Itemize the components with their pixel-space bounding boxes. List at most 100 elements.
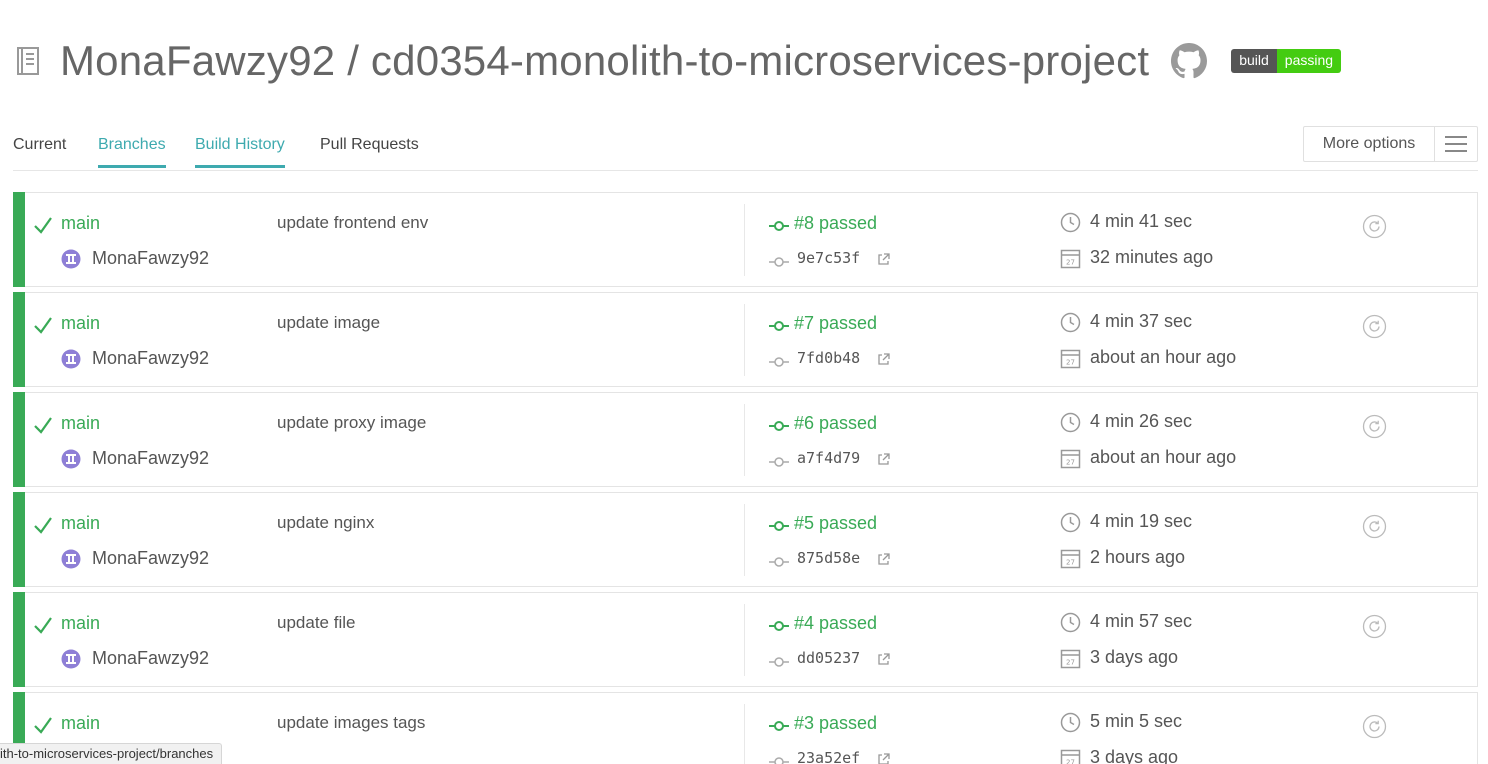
calendar-icon: 27 — [1060, 748, 1081, 764]
restart-build-icon[interactable] — [1362, 614, 1387, 639]
commit-sha-icon — [769, 655, 789, 667]
column-divider — [744, 404, 745, 476]
github-icon[interactable] — [1171, 43, 1208, 79]
commit-icon — [769, 319, 789, 331]
avatar — [61, 549, 81, 569]
build-row[interactable]: main MonaFawzy92 update nginx #5 passed … — [13, 492, 1478, 587]
build-number-status[interactable]: #4 passed — [794, 613, 877, 634]
check-icon — [33, 315, 53, 335]
avatar — [61, 649, 81, 669]
build-status-stripe — [13, 392, 25, 487]
build-status-badge[interactable]: build passing — [1231, 49, 1342, 73]
build-duration: 4 min 37 sec — [1090, 311, 1193, 331]
tab-build-history[interactable]: Build History — [195, 136, 285, 168]
build-finished-time: 2 hours ago — [1090, 547, 1186, 567]
branch-name[interactable]: main — [61, 213, 100, 234]
build-duration: 4 min 26 sec — [1090, 411, 1193, 431]
calendar-icon: 27 — [1060, 448, 1081, 469]
repo-title[interactable]: MonaFawzy92 / cd0354-monolith-to-microse… — [60, 37, 1149, 85]
external-link-icon[interactable] — [877, 653, 890, 666]
build-status-stripe — [13, 292, 25, 387]
repository-icon — [14, 45, 42, 77]
commit-sha-icon — [769, 355, 789, 367]
external-link-icon[interactable] — [877, 753, 890, 764]
build-row[interactable]: main MonaFawzy92 update frontend env #8 … — [13, 192, 1478, 287]
build-number-status[interactable]: #8 passed — [794, 213, 877, 234]
svg-text:27: 27 — [1066, 459, 1075, 467]
clock-icon — [1060, 412, 1081, 433]
external-link-icon[interactable] — [877, 253, 890, 266]
external-link-icon[interactable] — [877, 553, 890, 566]
commit-icon — [769, 719, 789, 731]
more-options-button[interactable]: More options — [1303, 126, 1478, 162]
clock-icon — [1060, 612, 1081, 633]
check-icon — [33, 415, 53, 435]
build-status-stripe — [13, 592, 25, 687]
column-divider — [744, 604, 745, 676]
repo-header: MonaFawzy92 / cd0354-monolith-to-microse… — [14, 36, 1342, 86]
commit-message: update images tags — [277, 713, 426, 732]
restart-build-icon[interactable] — [1362, 514, 1387, 539]
branch-name[interactable]: main — [61, 613, 100, 634]
build-number-status[interactable]: #6 passed — [794, 413, 877, 434]
build-row[interactable]: main MonaFawzy92 update file #4 passed d… — [13, 592, 1478, 687]
restart-build-icon[interactable] — [1362, 314, 1387, 339]
link-preview-statusbar: ith-to-microservices-project/branches — [0, 743, 223, 764]
tab-pull-requests[interactable]: Pull Requests — [320, 136, 419, 165]
commit-sha[interactable]: 7fd0b48 — [797, 349, 860, 367]
restart-build-icon[interactable] — [1362, 414, 1387, 439]
clock-icon — [1060, 512, 1081, 533]
build-row[interactable]: main MonaFawzy92 update image #7 passed … — [13, 292, 1478, 387]
build-number-status[interactable]: #5 passed — [794, 513, 877, 534]
calendar-icon: 27 — [1060, 648, 1081, 669]
build-number-status[interactable]: #7 passed — [794, 313, 877, 334]
commit-author: MonaFawzy92 — [92, 548, 210, 568]
clock-icon — [1060, 312, 1081, 333]
svg-text:27: 27 — [1066, 359, 1075, 367]
external-link-icon[interactable] — [877, 453, 890, 466]
avatar — [61, 249, 81, 269]
commit-icon — [769, 419, 789, 431]
external-link-icon[interactable] — [877, 353, 890, 366]
column-divider — [744, 204, 745, 276]
branch-name[interactable]: main — [61, 313, 100, 334]
build-row[interactable]: main MonaFawzy92 update images tags #3 p… — [13, 692, 1478, 764]
build-status-stripe — [13, 192, 25, 287]
calendar-icon: 27 — [1060, 248, 1081, 269]
restart-build-icon[interactable] — [1362, 214, 1387, 239]
more-options-label: More options — [1304, 127, 1435, 161]
clock-icon — [1060, 212, 1081, 233]
commit-sha[interactable]: dd05237 — [797, 649, 860, 667]
check-icon — [33, 615, 53, 635]
branch-name[interactable]: main — [61, 513, 100, 534]
check-icon — [33, 515, 53, 535]
column-divider — [744, 704, 745, 764]
check-icon — [33, 715, 53, 735]
build-row[interactable]: main MonaFawzy92 update proxy image #6 p… — [13, 392, 1478, 487]
calendar-icon: 27 — [1060, 548, 1081, 569]
build-finished-time: about an hour ago — [1090, 347, 1237, 367]
branch-name[interactable]: main — [61, 713, 100, 734]
calendar-icon: 27 — [1060, 348, 1081, 369]
commit-sha[interactable]: a7f4d79 — [797, 449, 860, 467]
restart-build-icon[interactable] — [1362, 714, 1387, 739]
commit-message: update frontend env — [277, 213, 429, 232]
build-number-status[interactable]: #3 passed — [794, 713, 877, 734]
hamburger-menu-icon[interactable] — [1435, 127, 1477, 161]
tab-current[interactable]: Current — [13, 136, 66, 165]
commit-author: MonaFawzy92 — [92, 248, 210, 268]
build-finished-time: 32 minutes ago — [1090, 247, 1214, 267]
avatar — [61, 449, 81, 469]
commit-sha[interactable]: 9e7c53f — [797, 249, 860, 267]
tab-branches[interactable]: Branches — [98, 136, 166, 168]
commit-author: MonaFawzy92 — [92, 448, 210, 468]
build-duration: 4 min 57 sec — [1090, 611, 1193, 631]
build-duration: 5 min 5 sec — [1090, 711, 1183, 731]
clock-icon — [1060, 712, 1081, 733]
build-duration: 4 min 19 sec — [1090, 511, 1193, 531]
commit-sha[interactable]: 875d58e — [797, 549, 860, 567]
commit-message: update proxy image — [277, 413, 427, 432]
commit-sha[interactable]: 23a52ef — [797, 749, 860, 764]
svg-text:27: 27 — [1066, 259, 1075, 267]
branch-name[interactable]: main — [61, 413, 100, 434]
